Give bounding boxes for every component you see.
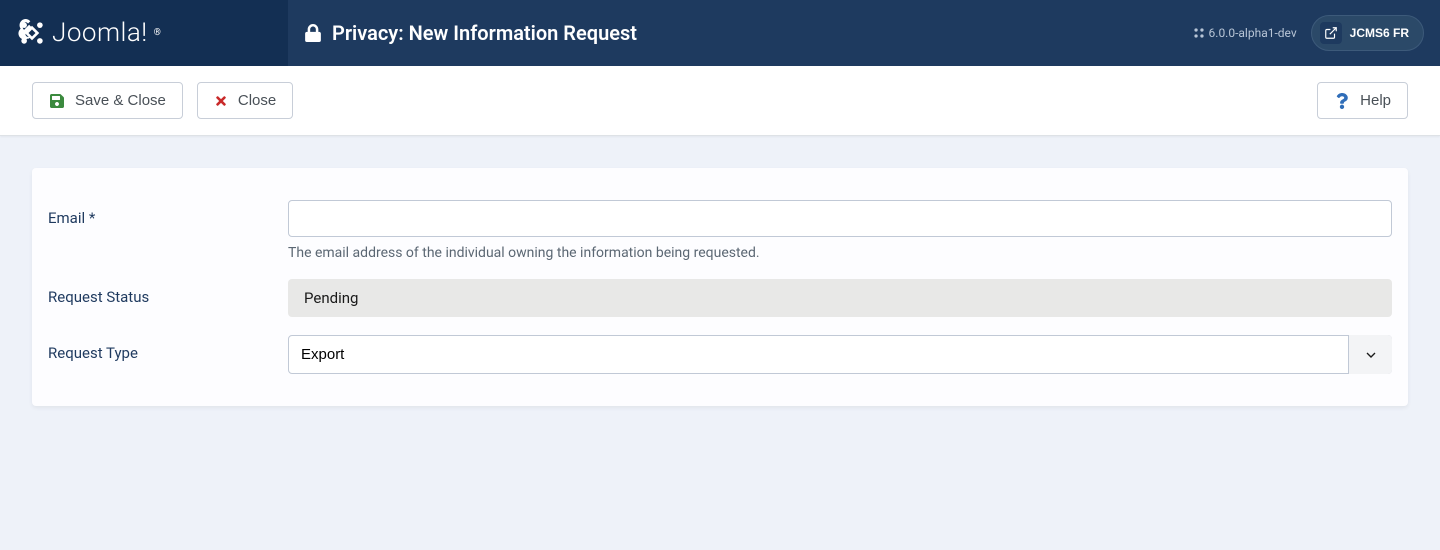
page-title: Privacy: New Information Request [332, 21, 637, 45]
close-button[interactable]: Close [197, 82, 293, 119]
close-icon [214, 94, 228, 108]
version-text: 6.0.0-alpha1-dev [1209, 26, 1297, 40]
title-bar: Privacy: New Information Request 6.0.0-a… [288, 0, 1440, 66]
lock-icon [304, 24, 322, 42]
status-label: Request Status [48, 279, 288, 306]
external-link-icon [1324, 26, 1338, 40]
email-input[interactable] [288, 200, 1392, 237]
brand-name: Joomla! [52, 18, 148, 48]
email-label: Email * [48, 200, 288, 227]
save-close-label: Save & Close [75, 92, 166, 109]
type-label: Request Type [48, 335, 288, 362]
form-card: Email * The email address of the individ… [32, 168, 1408, 406]
save-icon [49, 93, 65, 109]
save-close-button[interactable]: Save & Close [32, 82, 183, 119]
close-label: Close [238, 92, 276, 109]
email-description: The email address of the individual owni… [288, 245, 1392, 261]
brand-section: Joomla! ® [0, 0, 288, 66]
joomla-logo[interactable]: Joomla! ® [16, 17, 161, 49]
version-info[interactable]: 6.0.0-alpha1-dev [1193, 26, 1297, 40]
joomla-mini-icon [1193, 27, 1205, 39]
joomla-icon [16, 17, 48, 49]
help-button[interactable]: Help [1317, 82, 1408, 119]
form-row-type: Request Type Export [48, 335, 1392, 374]
site-link-button[interactable]: JCMS6 FR [1311, 15, 1424, 51]
site-name: JCMS6 FR [1350, 26, 1409, 40]
toolbar: Save & Close Close Help [0, 66, 1440, 136]
status-value: Pending [288, 279, 1392, 317]
form-row-status: Request Status Pending [48, 279, 1392, 317]
question-icon [1334, 93, 1350, 109]
form-row-email: Email * The email address of the individ… [48, 200, 1392, 261]
help-label: Help [1360, 92, 1391, 109]
type-select[interactable]: Export [288, 335, 1392, 374]
brand-reg-mark: ® [154, 28, 161, 38]
